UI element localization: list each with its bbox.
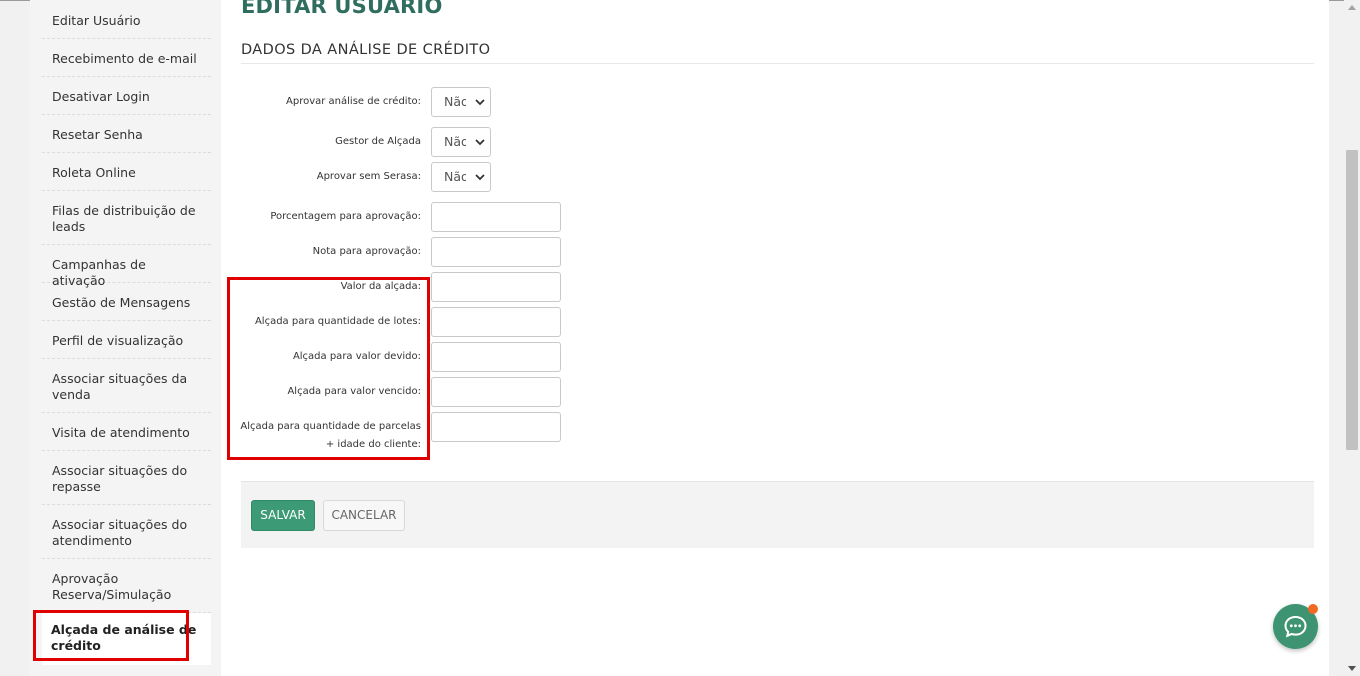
sidebar-item-label: Perfil de visualização — [52, 333, 184, 348]
main-content: EDITAR USUÁRIO DADOS DA ANÁLISE DE CRÉDI… — [221, 0, 1329, 676]
save-button[interactable]: SALVAR — [251, 500, 315, 531]
sidebar-item-label: Visita de atendimento — [52, 425, 190, 440]
select-value: Não — [444, 169, 466, 184]
label-alcada-parcelas-idade: Alçada para quantidade de parcelas + ida… — [221, 418, 421, 454]
label-alcada-quantidade-lotes: Alçada para quantidade de lotes: — [254, 316, 421, 327]
input-nota-aprovacao[interactable] — [431, 237, 561, 267]
scrollbar-thumb[interactable] — [1346, 150, 1358, 450]
sidebar-item-alcada-analise-credito[interactable]: Alçada de análise de crédito — [42, 613, 211, 665]
sidebar-item-associar-situacoes-atendimento[interactable]: Associar situações do atendimento — [42, 505, 211, 559]
label-aprovar-analise: Aprovar análise de crédito: — [286, 96, 421, 107]
label-aprovar-sem-serasa: Aprovar sem Serasa: — [316, 171, 421, 182]
page-title: EDITAR USUÁRIO — [241, 0, 443, 18]
sidebar-item-label: Associar situações do repasse — [52, 463, 188, 494]
select-value: Não — [444, 134, 466, 149]
sidebar-menu: Editar Usuário Recebimento de e-mail Des… — [42, 0, 211, 665]
sidebar-item-visita-atendimento[interactable]: Visita de atendimento — [42, 413, 211, 451]
sidebar-item-label: Desativar Login — [52, 89, 150, 104]
chevron-down-icon — [475, 174, 485, 181]
input-porcentagem-aprovacao[interactable] — [431, 202, 561, 232]
select-value: Não — [444, 94, 466, 109]
notification-dot — [1308, 604, 1318, 614]
input-alcada-parcelas-idade[interactable] — [431, 412, 561, 442]
select-gestor-alcada[interactable]: Não — [431, 127, 491, 157]
input-valor-alcada[interactable] — [431, 272, 561, 302]
section-divider — [241, 63, 1314, 64]
input-alcada-valor-devido[interactable] — [431, 342, 561, 372]
scroll-down-arrow-icon[interactable] — [1348, 666, 1356, 671]
sidebar-item-aprovacao-reserva[interactable]: Aprovação Reserva/Simulação — [42, 559, 211, 613]
input-alcada-quantidade-lotes[interactable] — [431, 307, 561, 337]
input-alcada-valor-vencido[interactable] — [431, 377, 561, 407]
sidebar-item-perfil-visualizacao[interactable]: Perfil de visualização — [42, 321, 211, 359]
sidebar-item-label: Filas de distribuição de leads — [52, 203, 196, 234]
label-nota-aprovacao: Nota para aprovação: — [312, 246, 421, 257]
sidebar-item-label: Associar situações da venda — [52, 371, 188, 402]
sidebar-item-associar-situacoes-venda[interactable]: Associar situações da venda — [42, 359, 211, 413]
sidebar-item-filas-distribuicao[interactable]: Filas de distribuição de leads — [42, 191, 211, 245]
select-aprovar-sem-serasa[interactable]: Não — [431, 162, 491, 192]
select-aprovar-analise[interactable]: Não — [431, 87, 491, 117]
sidebar-item-desativar-login[interactable]: Desativar Login — [42, 77, 211, 115]
label-line: + idade do cliente: — [325, 439, 421, 450]
sidebar-item-label: Gestão de Mensagens — [52, 295, 191, 310]
sidebar-item-label: Aprovação Reserva/Simulação — [52, 571, 172, 602]
vertical-scrollbar[interactable] — [1344, 0, 1360, 676]
chevron-down-icon — [475, 139, 485, 146]
form-actions: SALVAR CANCELAR — [241, 481, 1314, 548]
sidebar-item-label: Associar situações do atendimento — [52, 517, 188, 548]
label-gestor-alcada: Gestor de Alçada — [335, 136, 421, 147]
label-alcada-valor-vencido: Alçada para valor vencido: — [287, 386, 421, 397]
label-porcentagem-aprovacao: Porcentagem para aprovação: — [270, 211, 421, 222]
section-title: DADOS DA ANÁLISE DE CRÉDITO — [241, 42, 491, 58]
chevron-down-icon — [475, 99, 485, 106]
sidebar-item-recebimento-email[interactable]: Recebimento de e-mail — [42, 39, 211, 77]
sidebar-item-label: Recebimento de e-mail — [52, 51, 197, 66]
sidebar-item-roleta-online[interactable]: Roleta Online — [42, 153, 211, 191]
sidebar: Editar Usuário Recebimento de e-mail Des… — [30, 0, 221, 676]
sidebar-item-editar-usuario[interactable]: Editar Usuário — [42, 0, 211, 39]
sidebar-item-resetar-senha[interactable]: Resetar Senha — [42, 115, 211, 153]
label-line: Alçada para quantidade de parcelas — [240, 421, 421, 432]
label-valor-alcada: Valor da alçada: — [340, 281, 421, 292]
sidebar-item-label: Resetar Senha — [52, 127, 143, 142]
sidebar-item-associar-situacoes-repasse[interactable]: Associar situações do repasse — [42, 451, 211, 505]
sidebar-item-campanhas-ativacao[interactable]: Campanhas de ativação — [42, 245, 211, 288]
scroll-up-arrow-icon[interactable] — [1348, 5, 1356, 10]
sidebar-item-label: Editar Usuário — [52, 13, 141, 28]
label-alcada-valor-devido: Alçada para valor devido: — [292, 351, 421, 362]
cancel-button[interactable]: CANCELAR — [323, 500, 405, 531]
sidebar-item-label: Alçada de análise de crédito — [51, 622, 197, 653]
sidebar-item-label: Roleta Online — [52, 165, 136, 180]
